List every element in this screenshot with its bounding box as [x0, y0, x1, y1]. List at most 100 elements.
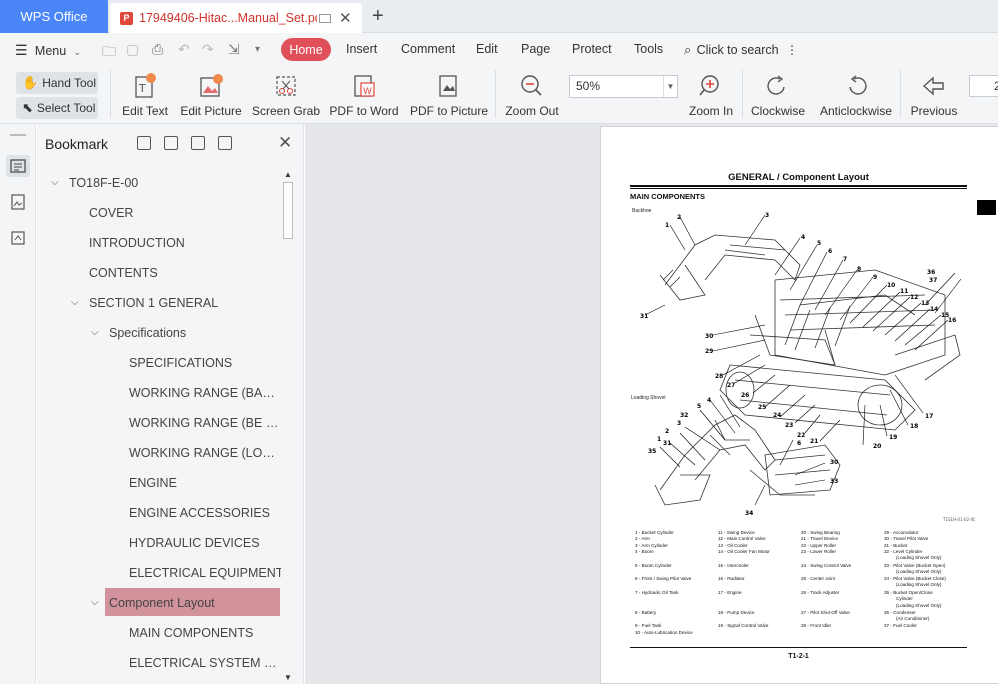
edit-text-button[interactable]: T Edit Text: [118, 66, 172, 124]
svg-text:23: 23: [785, 422, 793, 429]
bookmark-item[interactable]: WORKING RANGE (LOADI...: [129, 438, 279, 468]
search-box[interactable]: ⌕ Click to search ⋮: [684, 42, 798, 58]
clockwise-label: Clockwise: [750, 104, 805, 118]
bookmark-item[interactable]: HYDRAULIC DEVICES: [129, 528, 260, 558]
scroll-down-icon[interactable]: ▼: [284, 673, 292, 682]
bookmark-item[interactable]: ⌵ TO18F-E-00: [51, 168, 138, 198]
svg-text:12: 12: [910, 294, 918, 301]
close-icon[interactable]: ✕: [278, 133, 292, 153]
collapse-all-icon[interactable]: [164, 136, 178, 150]
thumbnail-panel-icon[interactable]: [6, 191, 30, 213]
redo-icon[interactable]: ↷: [202, 41, 214, 58]
bookmark-item[interactable]: INTRODUCTION: [89, 228, 185, 258]
open-folder-icon[interactable]: 🗀: [102, 41, 116, 65]
bookmark-item[interactable]: WORKING RANGE (BACKH..: [129, 378, 279, 408]
tab-tools[interactable]: Tools: [634, 42, 663, 56]
page-edge-marker: [977, 200, 996, 215]
bookmark-item-selected[interactable]: ⌵ Component Layout: [91, 588, 215, 618]
svg-text:1: 1: [665, 222, 669, 229]
bookmark-item[interactable]: ENGINE ACCESSORIES: [129, 498, 270, 528]
title-bar: WPS Office P 17949406-Hitac...Manual_Set…: [0, 0, 998, 33]
bookmark-item[interactable]: ENGINE: [129, 468, 177, 498]
more-icon[interactable]: ⋮: [786, 43, 798, 57]
bookmark-item[interactable]: CONTENTS: [89, 258, 158, 288]
chevron-down-icon[interactable]: ▼: [663, 76, 677, 97]
customize-icon[interactable]: ▾: [255, 44, 260, 55]
scroll-up-icon[interactable]: ▲: [284, 170, 292, 179]
scissors-icon: [273, 72, 299, 100]
bookmark-panel-icon[interactable]: [6, 155, 30, 177]
bookmark-item[interactable]: MAIN COMPONENTS: [129, 618, 253, 648]
undo-icon[interactable]: ↶: [178, 41, 190, 58]
add-bookmark-icon[interactable]: [191, 136, 205, 150]
rotate-anticlockwise-button[interactable]: Anticlockwise: [818, 66, 894, 124]
legend-item: 10 - Auto-Lubrication Device: [635, 630, 693, 635]
tab-insert[interactable]: Insert: [346, 42, 377, 56]
bookmark-item[interactable]: SPECIFICATIONS: [129, 348, 232, 378]
bookmark-item[interactable]: WORKING RANGE (BE BAC..: [129, 408, 279, 438]
tab-home[interactable]: Home: [281, 38, 331, 61]
bookmark-label: SECTION 1 GENERAL: [89, 296, 219, 310]
search-icon: ⌕: [684, 42, 692, 57]
document-tab[interactable]: P 17949406-Hitac...Manual_Set.pdf ✕: [110, 3, 362, 33]
screen-grab-button[interactable]: Screen Grab: [252, 66, 320, 124]
svg-text:6: 6: [828, 248, 832, 255]
bookmark-label: INTRODUCTION: [89, 236, 185, 250]
pdf-to-word-button[interactable]: W PDF to Word: [328, 66, 400, 124]
zoom-in-button[interactable]: Zoom In: [686, 66, 736, 124]
select-tool-button[interactable]: ⬉ Select Tool: [16, 97, 98, 119]
chevron-down-icon[interactable]: ⌵: [91, 597, 101, 608]
bookmark-item[interactable]: COVER: [89, 198, 133, 228]
window-icon[interactable]: [319, 13, 331, 23]
legend-item: 31 - Bucket: [884, 543, 908, 548]
bookmark-item[interactable]: ELECTRICAL EQUIPMENT: [129, 558, 281, 588]
attachment-panel-icon[interactable]: [6, 227, 30, 249]
tab-comment[interactable]: Comment: [401, 42, 455, 56]
chevron-down-icon[interactable]: ⌵: [91, 327, 101, 338]
edit-picture-button[interactable]: Edit Picture: [178, 66, 244, 124]
hand-tool-button[interactable]: ✋ Hand Tool: [16, 72, 98, 94]
svg-text:8: 8: [857, 266, 861, 273]
legend-item: 34 - Pilot Valve (Bucket Close): [884, 576, 946, 581]
zoom-level-select[interactable]: 50% ▼: [569, 75, 678, 98]
page-number-input[interactable]: 2: [969, 75, 998, 97]
bookmark-options-icon[interactable]: [218, 136, 232, 150]
chevron-down-icon[interactable]: ⌵: [51, 177, 61, 188]
new-tab-button[interactable]: +: [372, 5, 384, 28]
app-tab[interactable]: WPS Office: [0, 0, 108, 33]
export-icon[interactable]: ⇲: [228, 41, 240, 58]
previous-page-button[interactable]: Previous: [906, 66, 962, 124]
svg-text:34: 34: [745, 510, 753, 517]
hamburger-icon: ☰: [15, 42, 28, 58]
zoom-in-icon: [698, 72, 724, 100]
legend-item: (Loading Shovel Only): [896, 603, 942, 608]
pdf-to-picture-button[interactable]: PDF to Picture: [410, 66, 488, 124]
tab-page[interactable]: Page: [521, 42, 550, 56]
legend-item: 24 - Swing Control Valve: [801, 563, 852, 568]
tab-protect[interactable]: Protect: [572, 42, 612, 56]
svg-text:7: 7: [843, 256, 847, 263]
tab-edit[interactable]: Edit: [476, 42, 498, 56]
bookmark-label: SPECIFICATIONS: [129, 356, 233, 370]
rotate-clockwise-icon: [765, 72, 791, 100]
expand-all-icon[interactable]: [137, 136, 151, 150]
page-footer: T1-2-1: [788, 653, 809, 660]
close-tab-icon[interactable]: ✕: [339, 9, 352, 27]
chevron-down-icon[interactable]: ⌵: [71, 297, 81, 308]
bookmark-label: WORKING RANGE (BE BAC..: [129, 416, 279, 430]
menu-button[interactable]: ☰ Menu ⌄: [15, 42, 81, 59]
print-icon[interactable]: ⎙: [152, 41, 163, 58]
svg-text:4: 4: [801, 234, 805, 241]
scrollbar-thumb[interactable]: [283, 182, 293, 239]
bookmark-item[interactable]: ⌵ SECTION 1 GENERAL: [71, 288, 219, 318]
save-icon[interactable]: ▢: [126, 41, 139, 58]
legend-item: 23 - Lower Roller: [801, 549, 836, 554]
zoom-out-button[interactable]: Zoom Out: [502, 66, 562, 124]
svg-text:21: 21: [810, 438, 818, 445]
svg-text:33: 33: [830, 478, 838, 485]
menu-label: Menu: [34, 44, 67, 58]
rotate-clockwise-button[interactable]: Clockwise: [748, 66, 808, 124]
bookmark-item[interactable]: ELECTRICAL SYSTEM COM..: [129, 648, 279, 678]
bookmark-item[interactable]: ⌵ Specifications: [91, 318, 186, 348]
svg-text:11: 11: [900, 288, 908, 295]
